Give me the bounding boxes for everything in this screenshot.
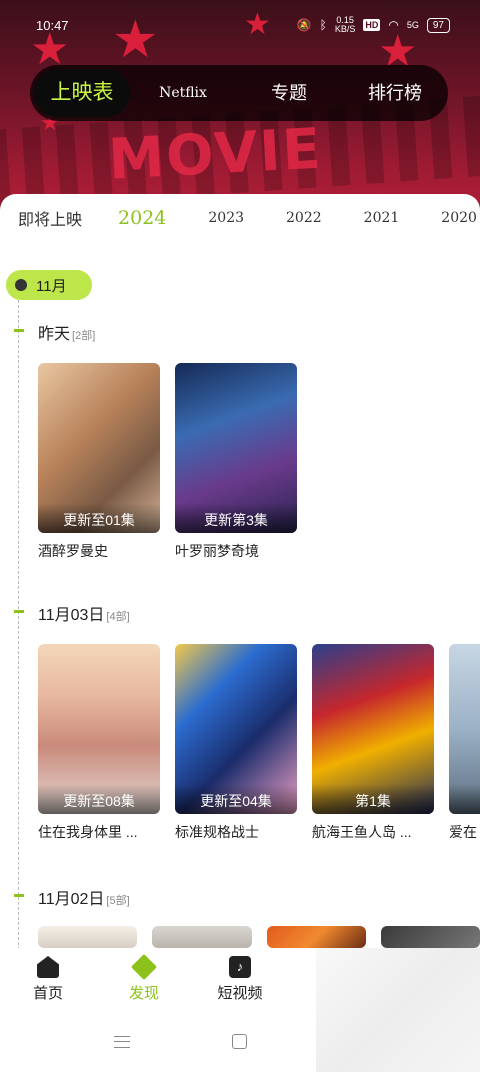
month-label: 11月: [36, 277, 67, 295]
show-row: 更新至08集 住在我身体里 ... 更新至04集 标准规格战士 第1集 航海王鱼…: [38, 644, 480, 842]
episode-badge: 更新至04集: [175, 784, 297, 814]
content-panel: 即将上映 2024 2023 2022 2021 2020 11月 昨天 [2部]…: [0, 194, 480, 954]
show-title[interactable]: 航海王鱼人岛 ...: [312, 822, 434, 842]
show-title[interactable]: 标准规格战士: [175, 822, 297, 842]
nav-discover-label: 发现: [128, 985, 159, 1002]
show-row: [38, 926, 480, 948]
nav-home[interactable]: 首页: [0, 948, 96, 1008]
group-date: 11月02日: [38, 891, 105, 908]
year-tab-2024[interactable]: 2024: [118, 207, 166, 229]
bluetooth-icon: ᛒ: [319, 18, 327, 32]
year-tab-2023[interactable]: 2023: [208, 210, 244, 226]
status-icons: 🔕 ᛒ 0.15 KB/S HD ◠ 5G 97: [297, 16, 450, 34]
recent-apps-icon[interactable]: [114, 1036, 130, 1048]
home-icon: [37, 956, 59, 978]
timeline-line: [18, 300, 19, 950]
show-poster[interactable]: [38, 926, 138, 948]
year-tab-2022[interactable]: 2022: [286, 210, 322, 226]
show-title[interactable]: 爱在: [449, 822, 480, 842]
home-button-icon[interactable]: [232, 1034, 247, 1049]
show-poster[interactable]: 第1集: [312, 644, 434, 814]
hd-icon: HD: [363, 19, 381, 31]
show-card[interactable]: 更新第3集 叶罗丽梦奇境: [175, 363, 297, 561]
tab-schedule[interactable]: 上映表: [34, 69, 130, 117]
mute-icon: 🔕: [296, 18, 312, 32]
nav-short-video-label: 短视频: [217, 985, 263, 1002]
battery-icon: 97: [426, 17, 450, 33]
month-dot-icon: [15, 279, 27, 291]
group-count: [5部]: [106, 895, 130, 907]
timeline-tick: [14, 610, 24, 613]
year-tab-upcoming[interactable]: 即将上映: [18, 206, 82, 230]
status-bar: 10:47 🔕 ᛒ 0.15 KB/S HD ◠ 5G 97: [0, 0, 480, 50]
group-date: 昨天: [38, 326, 71, 343]
show-poster[interactable]: 更新至04集: [175, 644, 297, 814]
tab-netflix[interactable]: Netflix: [130, 69, 236, 117]
episode-badge: 更: [449, 784, 480, 814]
timeline-tick: [14, 329, 24, 332]
episode-badge: 更新至08集: [38, 784, 160, 814]
year-selector: 即将上映 2024 2023 2022 2021 2020: [0, 202, 480, 234]
group-date-header: 昨天 [2部]: [38, 320, 95, 344]
show-poster[interactable]: [266, 926, 366, 948]
network-speed-unit: KB/S: [334, 24, 356, 34]
show-row: 更新至01集 酒醉罗曼史 更新第3集 叶罗丽梦奇境: [38, 363, 297, 561]
group-date-header: 11月02日 [5部]: [38, 885, 130, 909]
network-speed: 0.15 KB/S: [335, 16, 356, 34]
short-video-icon: ♪: [229, 956, 251, 978]
group-count: [4部]: [106, 611, 130, 623]
year-tab-2020[interactable]: 2020: [441, 210, 477, 226]
show-poster[interactable]: 更: [449, 644, 480, 814]
nav-short-video[interactable]: ♪ 短视频: [192, 948, 288, 1008]
show-card[interactable]: 更新至01集 酒醉罗曼史: [38, 363, 160, 561]
wifi-icon: ◠: [388, 18, 399, 32]
status-time: 10:47: [36, 18, 69, 33]
nav-discover[interactable]: 发现: [96, 948, 192, 1008]
show-title[interactable]: 住在我身体里 ...: [38, 822, 160, 842]
show-card[interactable]: 第1集 航海王鱼人岛 ...: [312, 644, 434, 842]
show-poster[interactable]: 更新第3集: [175, 363, 297, 533]
episode-badge: 第1集: [312, 784, 434, 814]
show-title[interactable]: 叶罗丽梦奇境: [175, 541, 297, 561]
show-poster[interactable]: [152, 926, 252, 948]
tab-topics[interactable]: 专题: [236, 69, 342, 117]
show-poster[interactable]: [380, 926, 480, 948]
discover-icon: [130, 953, 158, 981]
blurred-overlay: [316, 948, 480, 1072]
timeline-tick: [14, 894, 24, 897]
group-date: 11月03日: [38, 607, 105, 624]
show-card[interactable]: 更新至08集 住在我身体里 ...: [38, 644, 160, 842]
show-poster[interactable]: 更新至01集: [38, 363, 160, 533]
nav-home-label: 首页: [32, 985, 63, 1002]
group-count: [2部]: [72, 330, 96, 342]
year-tab-2021[interactable]: 2021: [364, 210, 400, 226]
show-poster[interactable]: 更新至08集: [38, 644, 160, 814]
episode-badge: 更新第3集: [175, 503, 297, 533]
tab-rankings[interactable]: 排行榜: [342, 69, 448, 117]
episode-badge: 更新至01集: [38, 503, 160, 533]
bottom-nav: 首页 发现 ♪ 短视频: [0, 948, 316, 1008]
top-tab-bar: 上映表 Netflix 专题 排行榜: [30, 65, 448, 121]
show-card[interactable]: 更新至04集 标准规格战士: [175, 644, 297, 842]
month-pill[interactable]: 11月: [6, 270, 92, 300]
signal-label: 5G: [406, 20, 419, 30]
system-nav-bar: [0, 1008, 316, 1072]
group-date-header: 11月03日 [4部]: [38, 601, 130, 625]
show-title[interactable]: 酒醉罗曼史: [38, 541, 160, 561]
show-card[interactable]: 更 爱在: [449, 644, 480, 842]
